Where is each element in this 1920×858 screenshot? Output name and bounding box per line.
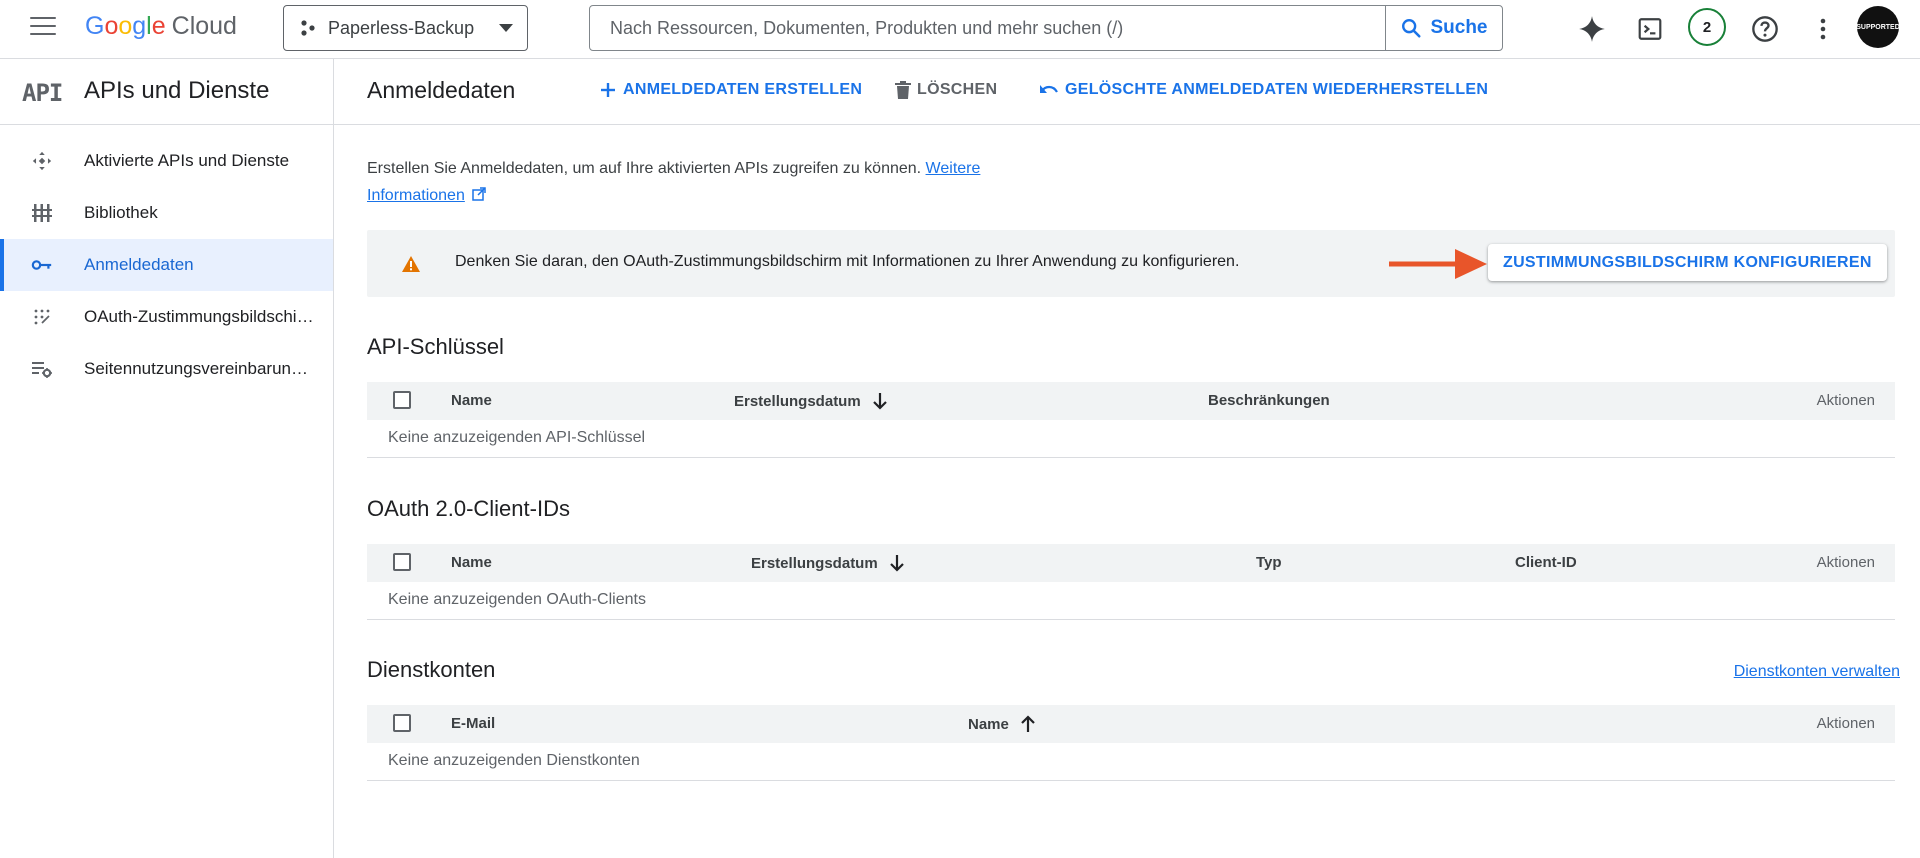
column-header-name[interactable]: Name xyxy=(451,392,492,409)
sidebar-title: APIs und Dienste xyxy=(84,77,270,104)
chevron-down-icon xyxy=(499,24,513,32)
api-keys-table: Name Erstellungsdatum Beschränkungen Akt… xyxy=(367,382,1895,458)
service-accounts-title: Dienstkonten xyxy=(367,657,496,682)
select-all-checkbox[interactable] xyxy=(393,391,411,409)
project-icon xyxy=(301,20,315,36)
search-bar: Suche xyxy=(589,5,1503,51)
select-all-checkbox[interactable] xyxy=(393,553,411,571)
page-title: Anmeldedaten xyxy=(367,77,516,103)
column-header-created[interactable]: Erstellungsdatum xyxy=(734,392,887,410)
sidebar-header: API APIs und Dienste xyxy=(0,59,333,125)
project-picker[interactable]: Paperless-Backup xyxy=(283,5,528,51)
apis-icon xyxy=(30,149,54,173)
column-header-actions: Aktionen xyxy=(1816,715,1875,732)
learn-more-link[interactable]: Weitere xyxy=(926,160,981,177)
top-bar: GoogleCloud Paperless-Backup Suche 2 SUP… xyxy=(0,0,1920,59)
column-header-restrictions: Beschränkungen xyxy=(1208,392,1330,409)
arrow-right-icon xyxy=(1389,249,1487,279)
main-menu-icon[interactable] xyxy=(30,17,56,37)
intro-text: Erstellen Sie Anmeldedaten, um auf Ihre … xyxy=(367,160,981,204)
arrow-down-icon xyxy=(872,393,887,410)
table-header: Name Erstellungsdatum Beschränkungen Akt… xyxy=(367,382,1895,420)
project-name: Paperless-Backup xyxy=(328,17,475,38)
sidebar-nav: Aktivierte APIs und Dienste Bibliothek A… xyxy=(0,135,333,395)
create-credentials-button[interactable]: ANMELDEDATEN ERSTELLEN xyxy=(599,81,862,99)
manage-service-accounts-link[interactable]: Dienstkonten verwalten xyxy=(1734,663,1900,681)
arrow-down-icon xyxy=(889,555,904,572)
gemini-icon[interactable] xyxy=(1575,12,1609,46)
key-icon xyxy=(30,253,54,277)
table-header: Name Erstellungsdatum Typ Client-ID Akti… xyxy=(367,544,1895,582)
plus-icon xyxy=(601,83,615,97)
oauth-warning-banner: Denken Sie daran, den OAuth-Zustimmungsb… xyxy=(367,230,1895,297)
sidebar-item-page-usage-agreements[interactable]: Seitennutzungsvereinbarungen xyxy=(0,343,333,395)
cloud-shell-icon[interactable] xyxy=(1633,12,1667,46)
column-header-type: Typ xyxy=(1256,554,1282,571)
sidebar-item-oauth-consent[interactable]: OAuth-Zustimmungsbildschirm xyxy=(0,291,333,343)
trash-icon xyxy=(895,81,911,99)
sidebar-item-library[interactable]: Bibliothek xyxy=(0,187,333,239)
arrow-up-icon xyxy=(1021,715,1035,732)
undo-icon xyxy=(1040,85,1058,93)
api-logo-icon: API xyxy=(22,79,63,107)
consent-icon xyxy=(30,305,54,329)
column-header-created[interactable]: Erstellungsdatum xyxy=(751,554,904,572)
learn-more-link-cont[interactable]: Informationen xyxy=(367,187,465,204)
configure-consent-screen-button[interactable]: ZUSTIMMUNGSBILDSCHIRM KONFIGURIEREN xyxy=(1488,244,1887,281)
avatar[interactable]: SUPPORTED xyxy=(1856,6,1900,48)
service-accounts-table: E-Mail Name Aktionen Keine anzuzeigenden… xyxy=(367,705,1895,781)
sidebar-item-credentials[interactable]: Anmeldedaten xyxy=(0,239,333,291)
column-header-actions: Aktionen xyxy=(1816,554,1875,571)
search-input[interactable] xyxy=(590,6,1385,50)
google-cloud-logo[interactable]: Google Cloud xyxy=(85,12,237,41)
empty-row: Keine anzuzeigenden Dienstkonten xyxy=(367,743,1895,781)
column-header-name[interactable]: Name xyxy=(968,715,1035,733)
oauth-clients-title: OAuth 2.0-Client-IDs xyxy=(367,496,570,521)
main-content: Anmeldedaten ANMELDEDATEN ERSTELLEN LÖSC… xyxy=(334,59,1920,858)
search-icon xyxy=(1402,19,1422,38)
library-icon xyxy=(30,201,54,225)
column-header-email: E-Mail xyxy=(451,715,496,732)
column-header-actions: Aktionen xyxy=(1816,392,1875,409)
notifications-badge[interactable]: 2 xyxy=(1688,8,1726,46)
restore-deleted-credentials-button[interactable]: GELÖSCHTE ANMELDEDATEN WIEDERHERSTELLEN xyxy=(1039,81,1488,99)
empty-row: Keine anzuzeigenden OAuth-Clients xyxy=(367,582,1895,620)
page-header: Anmeldedaten ANMELDEDATEN ERSTELLEN LÖSC… xyxy=(334,59,1920,125)
api-keys-title: API-Schlüssel xyxy=(367,334,504,359)
oauth-clients-table: Name Erstellungsdatum Typ Client-ID Akti… xyxy=(367,544,1895,620)
search-button[interactable]: Suche xyxy=(1385,6,1502,50)
column-header-name[interactable]: Name xyxy=(451,554,492,571)
delete-button[interactable]: LÖSCHEN xyxy=(895,81,997,99)
warning-icon xyxy=(402,256,420,272)
help-icon[interactable] xyxy=(1748,12,1782,46)
sidebar: API APIs und Dienste Aktivierte APIs und… xyxy=(0,59,334,858)
more-vert-icon[interactable] xyxy=(1806,12,1840,46)
external-link-icon[interactable] xyxy=(472,187,487,201)
sidebar-item-enabled-apis[interactable]: Aktivierte APIs und Dienste xyxy=(0,135,333,187)
table-header: E-Mail Name Aktionen xyxy=(367,705,1895,743)
empty-row: Keine anzuzeigenden API-Schlüssel xyxy=(367,420,1895,458)
column-header-client-id: Client-ID xyxy=(1515,554,1577,571)
settings-list-icon xyxy=(30,357,54,381)
select-all-checkbox[interactable] xyxy=(393,714,411,732)
